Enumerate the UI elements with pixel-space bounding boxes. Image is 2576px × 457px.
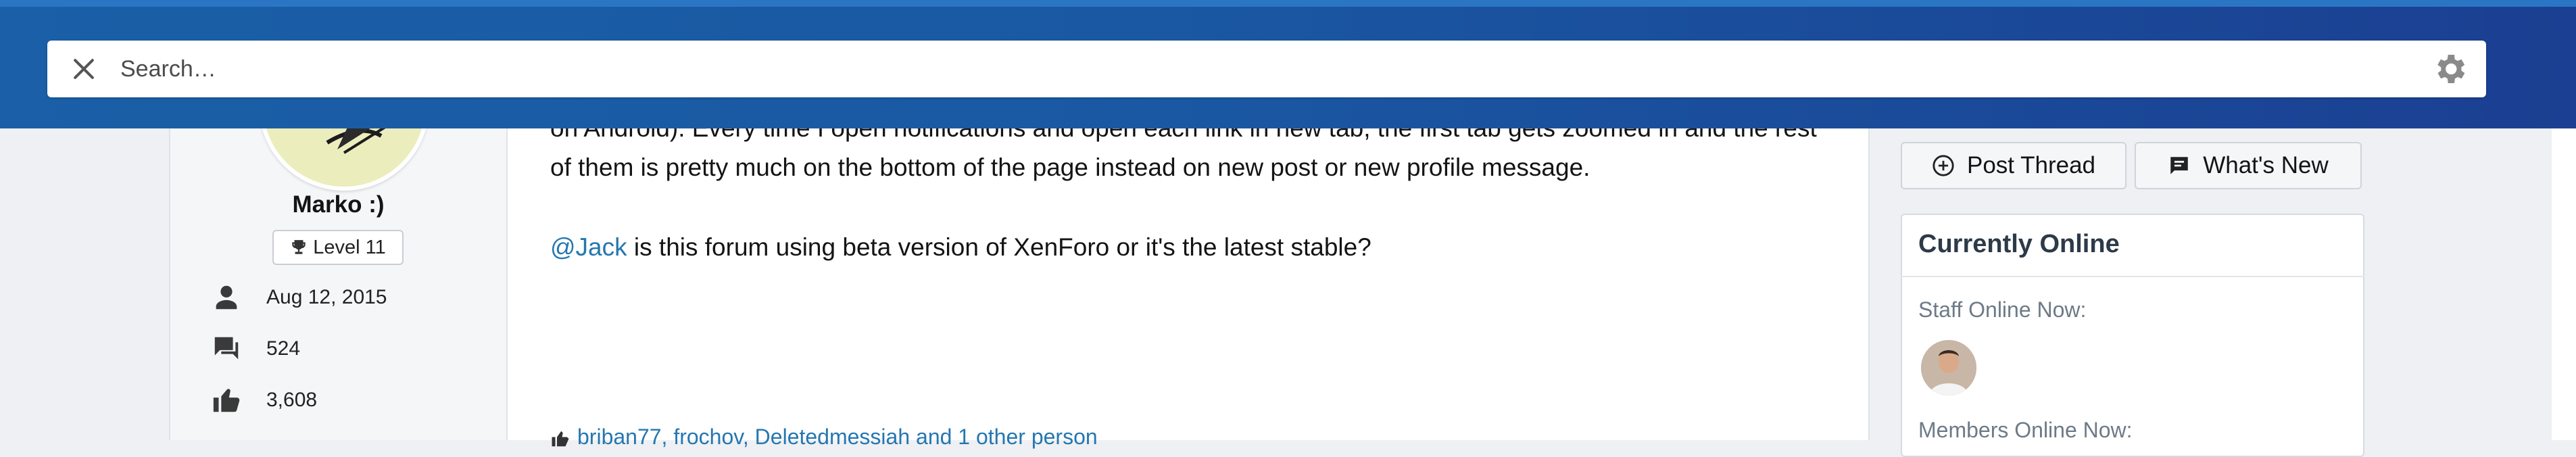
close-search-button[interactable] (64, 49, 104, 89)
username[interactable]: Marko :) (170, 191, 506, 218)
stat-messages-value: 524 (266, 337, 301, 360)
reactions-list[interactable]: briban77, frochov, Deletedmessiah and 1 … (577, 425, 1098, 449)
mention-link[interactable]: @Jack (550, 233, 627, 261)
plus-circle-icon (1933, 155, 1954, 176)
search-input[interactable] (120, 41, 2391, 97)
stat-joined: Aug 12, 2015 (211, 283, 387, 312)
user-level-label: Level 11 (313, 236, 386, 258)
post-thread-button[interactable]: Post Thread (1901, 142, 2127, 189)
stat-messages: 524 (211, 334, 300, 364)
post-text-line-3: is this forum using beta version of XenF… (627, 233, 1371, 261)
staff-avatar-image (1921, 340, 1976, 395)
comment-icon (2170, 157, 2188, 174)
messages-icon (214, 337, 239, 360)
close-icon (74, 59, 94, 79)
staff-avatar[interactable] (1921, 340, 1976, 395)
user-level-badge: Level 11 (272, 230, 404, 265)
currently-online-title[interactable]: Currently Online (1901, 214, 2364, 277)
user-icon (216, 285, 237, 310)
stat-joined-value: Aug 12, 2015 (266, 286, 387, 308)
post-text-line-2: of them is pretty much on the bottom of … (550, 153, 1590, 181)
members-online-label: Members Online Now: (1918, 418, 2133, 442)
stat-reactions-value: 3,608 (266, 389, 318, 411)
reactions-bar[interactable]: briban77, frochov, Deletedmessiah and 1 … (550, 425, 1098, 450)
whats-new-button[interactable]: What's New (2135, 142, 2362, 189)
reaction-icon (552, 431, 569, 446)
whats-new-label: What's New (2203, 152, 2329, 178)
gear-icon (2437, 55, 2465, 83)
trophy-icon (292, 240, 306, 254)
post-text-mention-line: @Jack is this forum using beta version o… (550, 227, 1821, 268)
staff-online-label: Staff Online Now: (1918, 297, 2087, 322)
thumbs-up-icon (213, 389, 240, 412)
stat-reactions: 3,608 (211, 385, 317, 415)
search-settings-button[interactable] (2428, 47, 2471, 91)
post-thread-label: Post Thread (1966, 152, 2096, 178)
